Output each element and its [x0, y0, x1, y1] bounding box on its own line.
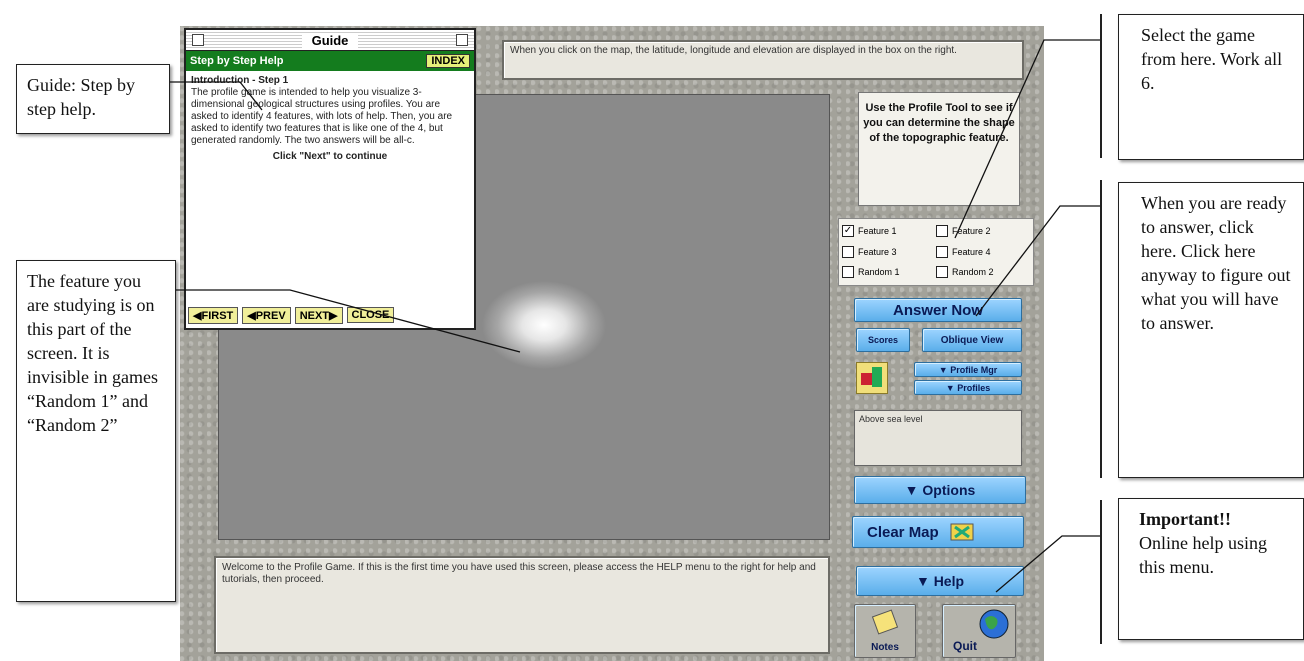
- callout-select-game: Select the game from here. Work all 6.: [1118, 14, 1304, 160]
- feature-label: Feature 3: [858, 246, 897, 257]
- prev-button[interactable]: ◀PREV: [242, 306, 291, 324]
- guide-window: Guide Step by Step Help INDEX Introducti…: [184, 28, 476, 330]
- checkbox[interactable]: [936, 225, 948, 237]
- feature-label: Random 1: [858, 267, 900, 278]
- answer-now-button[interactable]: Answer Now: [854, 298, 1022, 322]
- oblique-view-button[interactable]: Oblique View: [922, 328, 1022, 352]
- quit-button[interactable]: Quit: [942, 604, 1016, 658]
- feature-option[interactable]: Random 2: [936, 262, 1030, 282]
- feature-label: Feature 4: [952, 246, 991, 257]
- feature-selector: ✓ Feature 1 Feature 2 Feature 3 Feature 4…: [838, 218, 1034, 286]
- feature-option[interactable]: Random 1: [842, 262, 936, 282]
- first-button[interactable]: ◀FIRST: [188, 306, 239, 324]
- profiles-menu[interactable]: ▼ Profiles: [914, 380, 1022, 395]
- divider-line: [1100, 180, 1102, 478]
- step-by-step-label: Step by Step Help: [190, 55, 284, 67]
- feature-option[interactable]: ✓ Feature 1: [842, 221, 936, 241]
- feature-option[interactable]: Feature 3: [842, 242, 936, 262]
- index-button[interactable]: INDEX: [426, 54, 470, 68]
- guide-text: The profile game is intended to help you…: [191, 87, 453, 146]
- feature-option[interactable]: Feature 4: [936, 242, 1030, 262]
- scores-button[interactable]: Scores: [856, 328, 910, 352]
- callout-answer: When you are ready to answer, click here…: [1118, 182, 1304, 478]
- guide-step-bar: Step by Step Help INDEX: [186, 51, 474, 71]
- guide-continue-text: Click "Next" to continue: [272, 151, 388, 162]
- checkbox-checked[interactable]: ✓: [842, 225, 854, 237]
- instruction-prompt: Use the Profile Tool to see if you can d…: [858, 92, 1020, 206]
- feature-option[interactable]: Feature 2: [936, 221, 1030, 241]
- feature-label: Feature 1: [858, 226, 897, 236]
- divider-line: [1100, 14, 1102, 158]
- map-tool-icon[interactable]: [856, 362, 888, 394]
- clear-map-label: Clear Map: [867, 523, 939, 541]
- divider-line: [1100, 500, 1102, 644]
- callout-help: Important!! Online help using this menu.: [1118, 498, 1304, 640]
- feature-label: Feature 2: [952, 226, 991, 236]
- guide-body: Introduction - Step 1 The profile game i…: [186, 71, 474, 271]
- map-icon: [950, 523, 974, 541]
- feature-label: Random 2: [952, 267, 994, 278]
- elevation-readout: Above sea level: [854, 410, 1022, 466]
- important-text: Online help using this menu.: [1139, 533, 1267, 577]
- profile-manager-menu[interactable]: ▼ Profile Mgr: [914, 362, 1022, 377]
- notes-label: Notes: [871, 642, 899, 653]
- coordinate-status-box: When you click on the map, the latitude,…: [502, 40, 1024, 80]
- guide-title: Guide: [301, 32, 359, 48]
- checkbox[interactable]: [936, 266, 948, 279]
- options-menu[interactable]: ▼ Options: [854, 476, 1026, 504]
- notepad-icon: [871, 609, 899, 635]
- guide-navigation: ◀FIRST ◀PREV NEXT▶ CLOSE: [188, 304, 472, 326]
- guide-heading: Introduction - Step 1: [191, 75, 289, 86]
- checkbox[interactable]: [936, 245, 948, 258]
- globe-icon: [979, 609, 1009, 639]
- message-status-box: Welcome to the Profile Game. If this is …: [214, 556, 830, 654]
- zoom-box-icon[interactable]: [456, 34, 468, 46]
- close-box-icon[interactable]: [192, 34, 204, 46]
- quit-label: Quit: [953, 639, 977, 653]
- checkbox[interactable]: [842, 245, 854, 258]
- clear-map-button[interactable]: Clear Map: [852, 516, 1024, 548]
- checkbox[interactable]: [842, 266, 854, 279]
- callout-guide: Guide: Step by step help.: [16, 64, 170, 134]
- important-label: Important!!: [1139, 509, 1231, 529]
- notes-button[interactable]: Notes: [854, 604, 916, 658]
- callout-feature: The feature you are studying is on this …: [16, 260, 176, 602]
- close-button[interactable]: CLOSE: [346, 307, 395, 323]
- help-menu[interactable]: ▼ Help: [856, 566, 1024, 596]
- next-button[interactable]: NEXT▶: [294, 306, 343, 324]
- guide-titlebar[interactable]: Guide: [186, 30, 474, 51]
